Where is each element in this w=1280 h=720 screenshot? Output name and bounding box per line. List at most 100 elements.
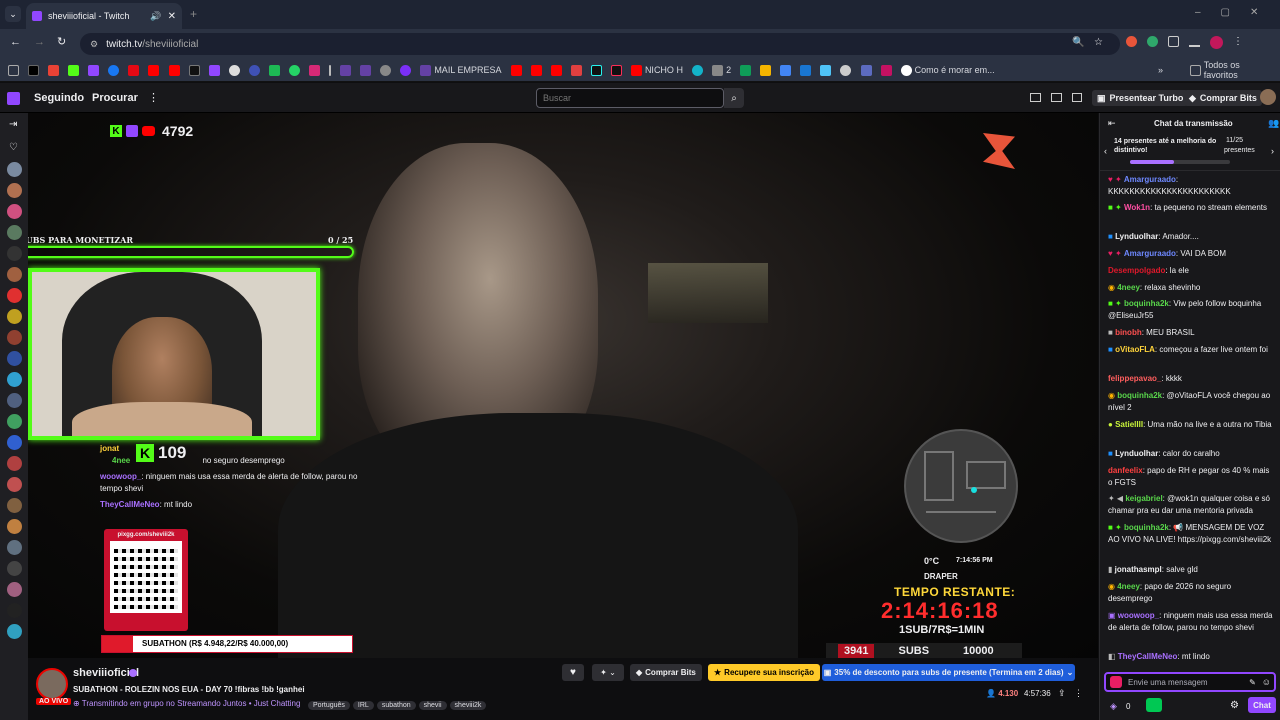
- inbox-icon[interactable]: [1051, 93, 1062, 102]
- notifications-button[interactable]: ✦ ⌄: [592, 664, 624, 681]
- instagram-icon[interactable]: [308, 58, 320, 81]
- bookmark-icon[interactable]: [340, 58, 352, 81]
- back-icon[interactable]: ←: [10, 36, 21, 48]
- emote-icon[interactable]: ☺: [1262, 677, 1271, 687]
- channel-avatar[interactable]: [7, 582, 22, 597]
- forward-icon[interactable]: →: [34, 36, 45, 48]
- channel-avatar[interactable]: [7, 435, 22, 450]
- nav-browse[interactable]: Procurar: [92, 92, 138, 104]
- new-tab-button[interactable]: +: [190, 7, 197, 21]
- channel-avatar[interactable]: [7, 162, 22, 177]
- bookmark-nicho-h[interactable]: NICHO H: [630, 58, 683, 81]
- reload-icon[interactable]: ↻: [57, 35, 66, 48]
- bookmark-icon[interactable]: [88, 58, 100, 81]
- menu-kebab-icon[interactable]: ⋮: [1233, 36, 1243, 49]
- share-icon[interactable]: ⇪: [1058, 688, 1066, 699]
- more-options-icon[interactable]: ⋮: [1074, 688, 1083, 699]
- chat-username[interactable]: SatielIII: [1115, 420, 1143, 429]
- bookmark-icon[interactable]: [228, 58, 240, 81]
- channel-avatar[interactable]: [7, 246, 22, 261]
- channel-avatar[interactable]: [7, 393, 22, 408]
- bookmark-icon[interactable]: [400, 58, 412, 81]
- banner-prev-icon[interactable]: ‹: [1104, 146, 1107, 156]
- tag[interactable]: subathon: [376, 701, 416, 710]
- bookmark-icon[interactable]: [550, 58, 562, 81]
- twitch-logo-icon[interactable]: [7, 92, 20, 105]
- bookmark-icon[interactable]: [760, 58, 772, 81]
- category-link[interactable]: Just Chatting: [254, 699, 301, 708]
- bookmark-icon[interactable]: [48, 58, 60, 81]
- sub-badge-icon[interactable]: [1110, 676, 1122, 688]
- bits-chat-icon[interactable]: ✎: [1249, 678, 1256, 687]
- chat-username[interactable]: Lynduolhar: [1115, 449, 1158, 458]
- chat-username[interactable]: keigabriel: [1125, 494, 1162, 503]
- chat-username[interactable]: 4neey: [1117, 283, 1140, 292]
- video-player[interactable]: K 4792 SUBS PARA MONETIZAR 0 / 25 K 109 …: [28, 113, 1098, 658]
- resubscribe-button[interactable]: ★ Recupere sua inscrição: [708, 664, 820, 681]
- tag[interactable]: Português: [308, 701, 350, 710]
- user-avatar[interactable]: [1260, 89, 1276, 105]
- channel-avatar[interactable]: [7, 351, 22, 366]
- crown-icon[interactable]: [1030, 93, 1041, 102]
- tab-list-button[interactable]: ⌄: [5, 6, 21, 22]
- chat-username[interactable]: Desempolgado: [1108, 266, 1165, 275]
- channel-points-icon[interactable]: ◈: [1110, 701, 1117, 712]
- bookmark-icon[interactable]: [360, 58, 372, 81]
- channel-avatar[interactable]: [7, 309, 22, 324]
- puzzle-icon[interactable]: [1168, 36, 1179, 47]
- chat-send-button[interactable]: Chat: [1248, 697, 1276, 713]
- channel-avatar[interactable]: [7, 330, 22, 345]
- group-stream-info[interactable]: ⊕ Transmitindo em grupo no Streamando Ju…: [73, 699, 300, 708]
- channel-avatar[interactable]: [7, 267, 22, 282]
- buy-bits-nav-button[interactable]: ◆ Comprar Bits: [1184, 90, 1262, 106]
- tab-close-icon[interactable]: ✕: [168, 11, 176, 22]
- bookmark-icon[interactable]: [692, 58, 703, 81]
- browser-tab[interactable]: sheviiioficial - Twitch 🔊 ✕: [26, 3, 182, 29]
- channel-avatar[interactable]: [7, 225, 22, 240]
- bookmark-icon[interactable]: [820, 58, 832, 81]
- extension-icon[interactable]: [1147, 36, 1158, 47]
- chat-username[interactable]: boquinha2k: [1117, 391, 1162, 400]
- zoom-icon[interactable]: 🔍: [1072, 37, 1084, 48]
- channel-avatar[interactable]: [7, 498, 22, 513]
- expand-rail-icon[interactable]: ⇥: [9, 119, 17, 130]
- media-icon[interactable]: [1189, 36, 1200, 47]
- bookmark-icon[interactable]: [148, 58, 160, 81]
- tiktok-icon[interactable]: [610, 58, 622, 81]
- tag[interactable]: shevii: [418, 701, 447, 710]
- bookmark-icon[interactable]: [740, 58, 752, 81]
- follow-heart-button[interactable]: ♥: [562, 664, 584, 681]
- channel-avatar[interactable]: [7, 519, 22, 534]
- channel-avatar[interactable]: [7, 540, 22, 555]
- channel-avatar[interactable]: [7, 414, 22, 429]
- chat-username[interactable]: binobh: [1115, 328, 1142, 337]
- tab-audio-icon[interactable]: 🔊: [150, 11, 161, 22]
- chat-username[interactable]: boquinha2k: [1124, 299, 1169, 308]
- bookmark-icon[interactable]: [68, 58, 80, 81]
- chat-username[interactable]: Lynduolhar: [1115, 232, 1158, 241]
- chat-username[interactable]: Amarguraado: [1124, 249, 1176, 258]
- window-controls[interactable]: –▢✕: [1195, 7, 1278, 18]
- bookmark-icon[interactable]: [108, 58, 120, 81]
- bookmark-icon[interactable]: [570, 58, 582, 81]
- whatsapp-icon[interactable]: [288, 58, 300, 81]
- gift-turbo-button[interactable]: ▣ Presentear Turbo: [1092, 90, 1189, 106]
- site-info-icon[interactable]: ⚙: [90, 39, 98, 50]
- channel-avatar[interactable]: [7, 288, 22, 303]
- bookmark-icon[interactable]: [248, 58, 260, 81]
- more-menu-icon[interactable]: ⋮: [148, 91, 159, 104]
- bookmarks-overflow-icon[interactable]: »: [1158, 58, 1163, 82]
- nav-following[interactable]: Seguindo: [34, 92, 84, 104]
- chat-username[interactable]: felippepavao_: [1108, 374, 1161, 383]
- bookmark-mail-empresa[interactable]: MAIL EMPRESA: [420, 58, 502, 81]
- bookmark-icon[interactable]: [188, 58, 200, 81]
- bookmark-2[interactable]: 2: [712, 58, 731, 81]
- chat-username[interactable]: boquinha2k: [1124, 523, 1169, 532]
- tiktok-icon[interactable]: [590, 58, 602, 81]
- chat-username[interactable]: TheyCallMeNeo: [1118, 652, 1178, 661]
- channel-avatar[interactable]: [7, 603, 22, 618]
- bookmark-icon[interactable]: [168, 58, 180, 81]
- chat-username[interactable]: Wok1n: [1124, 203, 1150, 212]
- search-input[interactable]: [536, 88, 724, 108]
- bookmark-icon[interactable]: [329, 58, 331, 81]
